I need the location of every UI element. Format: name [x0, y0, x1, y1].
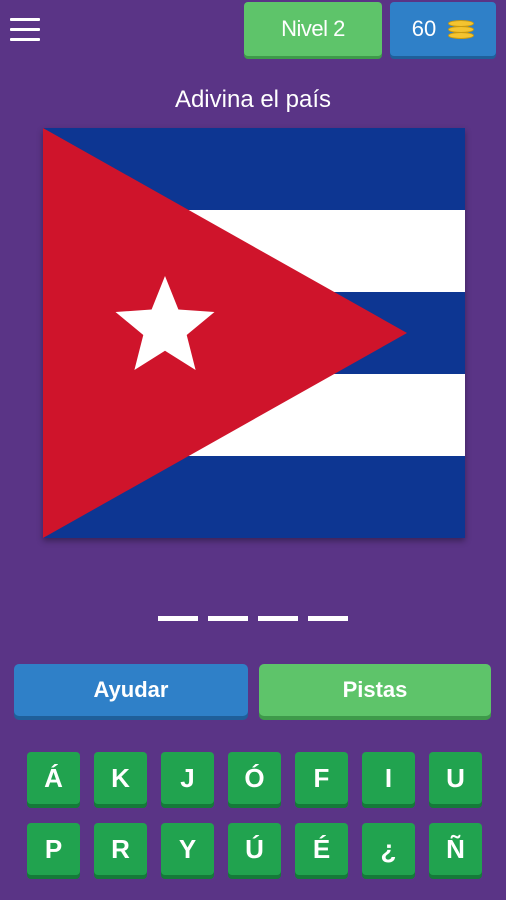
menu-icon[interactable]: [10, 16, 42, 44]
answer-slot[interactable]: [258, 616, 298, 621]
letter-key[interactable]: Ú: [228, 823, 281, 875]
letter-key[interactable]: Y: [161, 823, 214, 875]
answer-slot[interactable]: [308, 616, 348, 621]
letter-key[interactable]: É: [295, 823, 348, 875]
letter-key[interactable]: P: [27, 823, 80, 875]
letter-key[interactable]: Ó: [228, 752, 281, 804]
level-label: Nivel 2: [281, 16, 345, 41]
level-badge: Nivel 2: [244, 2, 382, 56]
letter-key[interactable]: Á: [27, 752, 80, 804]
letter-key[interactable]: U: [429, 752, 482, 804]
letter-key[interactable]: Ñ: [429, 823, 482, 875]
hints-button[interactable]: Pistas: [259, 664, 491, 716]
coins-badge[interactable]: 60: [390, 2, 496, 56]
answer-slot[interactable]: [208, 616, 248, 621]
letter-key[interactable]: J: [161, 752, 214, 804]
coin-stack-icon: [448, 19, 475, 39]
letter-key[interactable]: R: [94, 823, 147, 875]
page-title: Adivina el país: [174, 86, 332, 113]
answer-slot[interactable]: [158, 616, 198, 621]
answer-slots: [158, 616, 348, 621]
letter-key[interactable]: ¿: [362, 823, 415, 875]
help-button[interactable]: Ayudar: [14, 664, 248, 716]
flag-image: [43, 128, 465, 538]
letter-key[interactable]: I: [362, 752, 415, 804]
letter-key[interactable]: F: [295, 752, 348, 804]
coins-count: 60: [411, 16, 437, 41]
letter-key[interactable]: K: [94, 752, 147, 804]
